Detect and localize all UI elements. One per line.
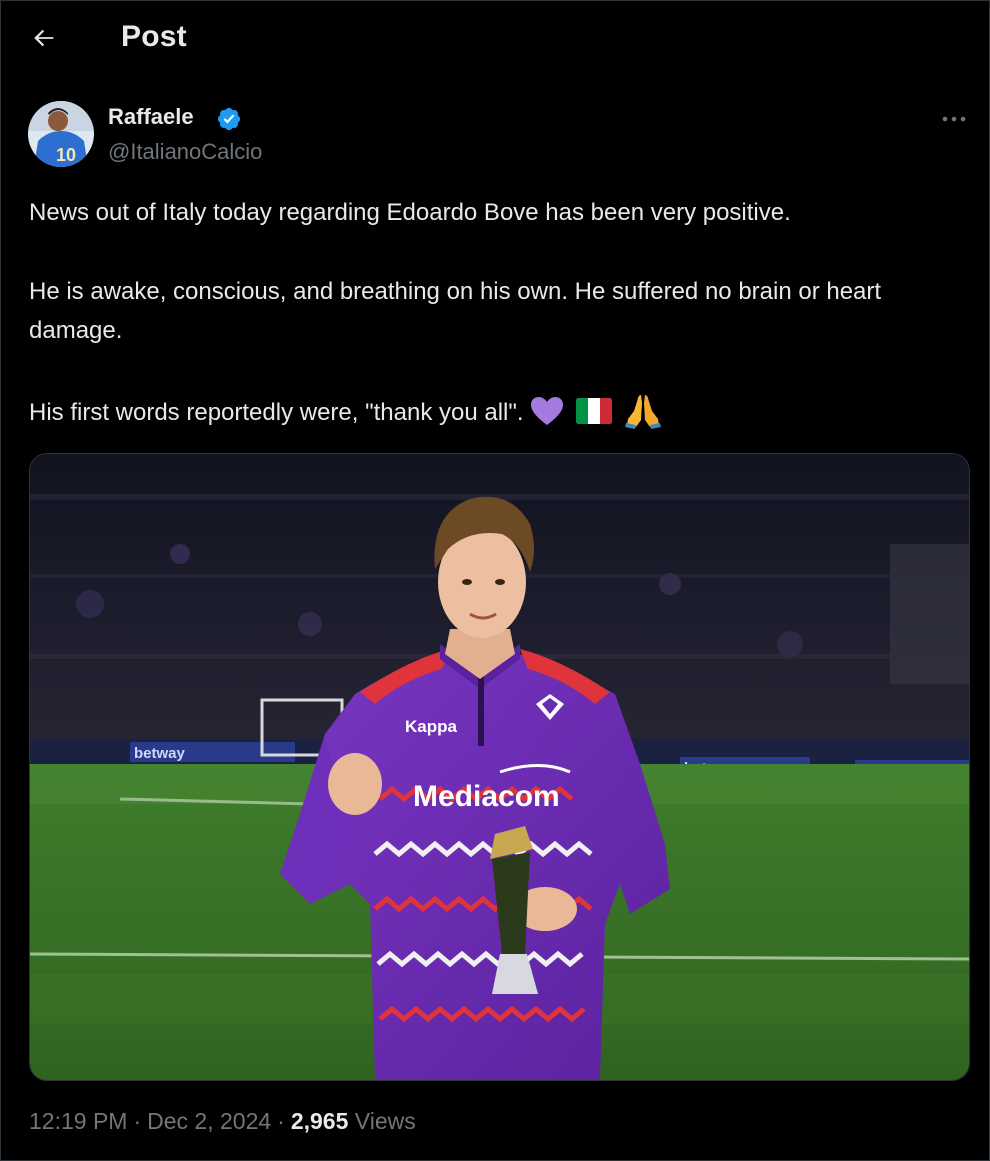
author-handle[interactable]: @ItalianoCalcio <box>108 139 262 165</box>
emoji-group <box>530 393 662 429</box>
purple-heart-icon <box>530 397 563 425</box>
separator: · <box>277 1108 285 1134</box>
avatar-image: 10 <box>28 101 94 167</box>
tweet-time: 12:19 PM <box>29 1108 128 1134</box>
more-dots-icon <box>942 116 966 122</box>
page-header: Post <box>0 0 990 78</box>
page-title: Post <box>121 20 187 53</box>
tweet-paragraph-1: News out of Italy today regarding Edoard… <box>29 199 791 226</box>
folded-hands-icon <box>624 395 661 429</box>
jersey-sponsor-text: Mediacom <box>413 780 560 813</box>
jersey-brand-text: Kappa <box>405 717 458 736</box>
ad-board-text-1: betway <box>134 745 186 762</box>
tweet-date: Dec 2, 2024 <box>147 1108 272 1134</box>
tweet-paragraph-2: He is awake, conscious, and breathing on… <box>29 278 882 344</box>
tweet-photo[interactable]: betway betway betway <box>29 453 970 1081</box>
avatar[interactable]: 10 <box>28 101 94 167</box>
tweet-paragraph-3-text: His first words reportedly were, "thank … <box>29 399 524 426</box>
views-count: 2,965 <box>290 1108 349 1134</box>
tweet-meta: 12:19 PM · Dec 2, 2024 · 2,965 Views <box>29 1108 416 1135</box>
timestamp-link[interactable]: 12:19 PM · Dec 2, 2024 <box>29 1108 271 1134</box>
verified-badge-icon <box>217 107 241 131</box>
svg-text:10: 10 <box>56 145 76 165</box>
italy-flag-icon <box>575 398 612 424</box>
views-label: Views <box>354 1108 416 1134</box>
tweet-paragraph-3: His first words reportedly were, "thank … <box>29 393 964 432</box>
author-name[interactable]: Raffaele <box>108 104 194 130</box>
back-button[interactable] <box>22 18 66 58</box>
arrow-left-icon <box>34 29 54 47</box>
photo-player-with-trophy: betway betway betway <box>30 454 969 1080</box>
more-options-button[interactable] <box>934 104 974 134</box>
separator: · <box>133 1108 142 1134</box>
